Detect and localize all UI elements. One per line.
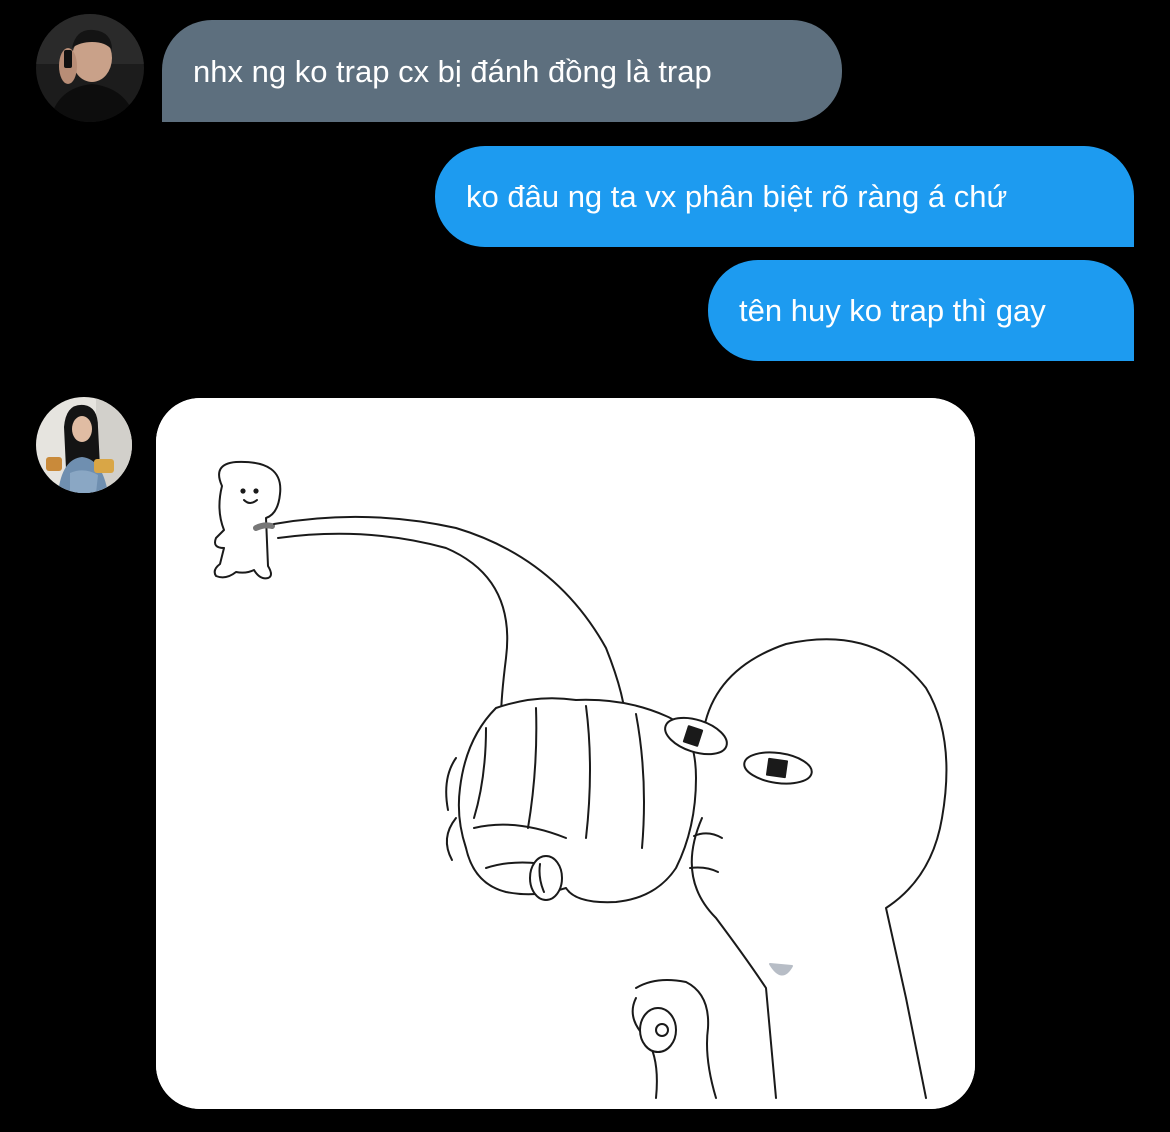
message-text: nhx ng ko trap cx bị đánh đồng là trap (193, 54, 712, 89)
message-bubble-outgoing[interactable]: ko đâu ng ta vx phân biệt rõ ràng á chứ (435, 146, 1134, 247)
message-image-attachment[interactable] (156, 398, 975, 1109)
avatar-contact-1-image (36, 14, 144, 122)
avatar-contact-2[interactable] (36, 397, 132, 493)
message-text: tên huy ko trap thì gay (739, 293, 1046, 328)
message-bubble-incoming[interactable]: nhx ng ko trap cx bị đánh đồng là trap (162, 20, 842, 122)
message-bubble-outgoing[interactable]: tên huy ko trap thì gay (708, 260, 1134, 361)
fist (445, 697, 697, 904)
avatar-contact-2-image (36, 397, 132, 493)
cartoon-punch-image (156, 398, 975, 1109)
avatar-contact-1[interactable] (36, 14, 144, 122)
message-text: ko đâu ng ta vx phân biệt rõ ràng á chứ (466, 179, 1008, 214)
